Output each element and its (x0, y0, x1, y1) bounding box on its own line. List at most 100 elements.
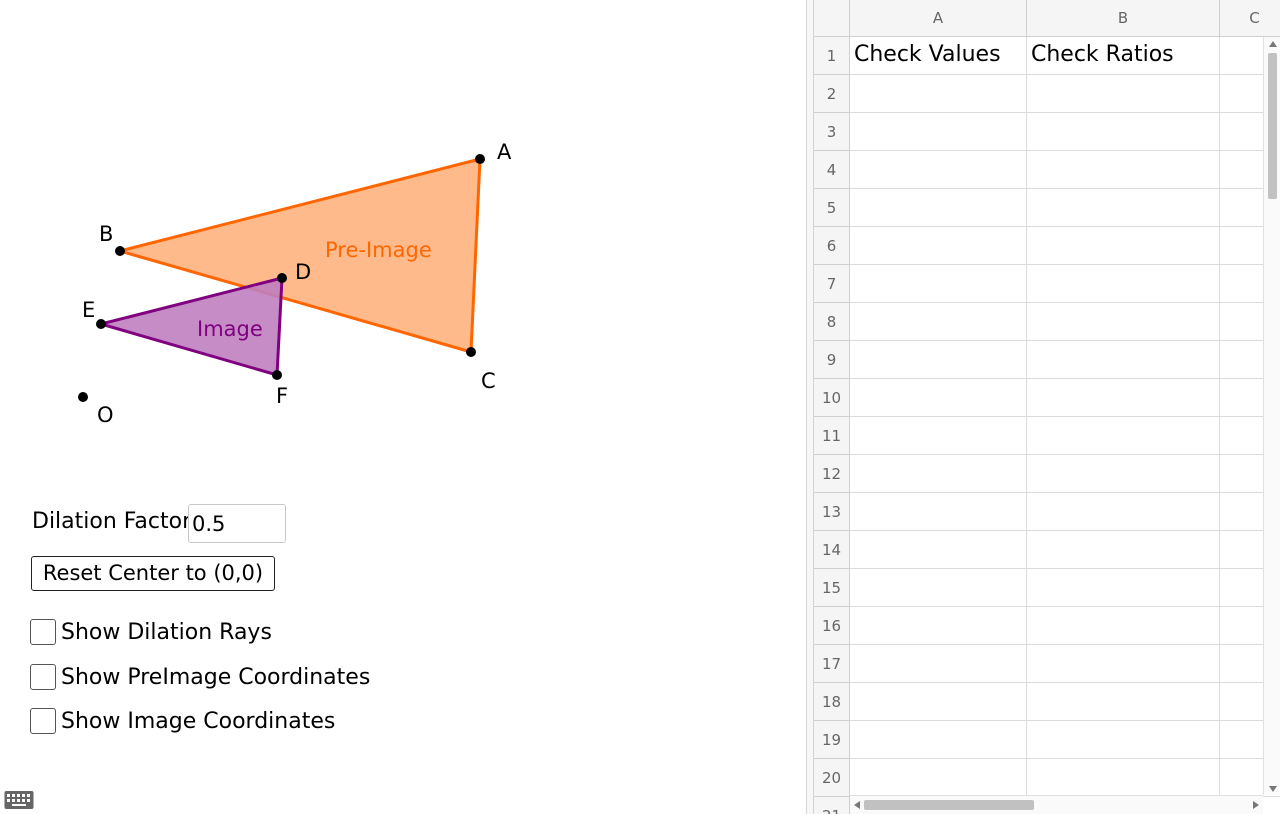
scroll-left-icon[interactable] (854, 801, 860, 809)
cell-B12[interactable] (1027, 455, 1220, 493)
row-header-10[interactable]: 10 (814, 379, 850, 417)
row-header-1[interactable]: 1 (814, 37, 850, 75)
column-header-A[interactable]: A (850, 0, 1027, 37)
point-O[interactable] (78, 392, 88, 402)
spreadsheet-corner[interactable] (814, 0, 850, 37)
cell-A18[interactable] (850, 683, 1027, 721)
cell-B11[interactable] (1027, 417, 1220, 455)
row-header-3[interactable]: 3 (814, 113, 850, 151)
show-preimage-coordinates-checkbox[interactable] (30, 664, 56, 690)
cell-B8[interactable] (1027, 303, 1220, 341)
cell-A6[interactable] (850, 227, 1027, 265)
cell-B9[interactable] (1027, 341, 1220, 379)
scroll-up-icon[interactable] (1269, 41, 1277, 47)
row-header-9[interactable]: 9 (814, 341, 850, 379)
cell-A20[interactable] (850, 759, 1027, 797)
cell-A16[interactable] (850, 607, 1027, 645)
vertical-scrollbar[interactable] (1263, 37, 1280, 795)
row-header-14[interactable]: 14 (814, 531, 850, 569)
cell-A3[interactable] (850, 113, 1027, 151)
row-header-20[interactable]: 20 (814, 759, 850, 797)
cell-B2[interactable] (1027, 75, 1220, 113)
cell-B7[interactable] (1027, 265, 1220, 303)
row-header-17[interactable]: 17 (814, 645, 850, 683)
preimage-label: Pre-Image (325, 238, 432, 262)
point-label-O: O (97, 403, 114, 427)
point-D[interactable] (277, 273, 287, 283)
cell-A8[interactable] (850, 303, 1027, 341)
row-header-15[interactable]: 15 (814, 569, 850, 607)
keyboard-icon[interactable] (4, 790, 34, 810)
show-dilation-rays-label: Show Dilation Rays (61, 619, 272, 645)
cell-A1[interactable]: Check Values (850, 37, 1027, 75)
row-header-5[interactable]: 5 (814, 189, 850, 227)
show-dilation-rays-checkbox-row[interactable]: Show Dilation Rays (30, 618, 272, 646)
cell-B5[interactable] (1027, 189, 1220, 227)
cell-A15[interactable] (850, 569, 1027, 607)
row-header-16[interactable]: 16 (814, 607, 850, 645)
show-image-coordinates-checkbox[interactable] (30, 708, 56, 734)
point-E[interactable] (96, 319, 106, 329)
row-header-6[interactable]: 6 (814, 227, 850, 265)
row-header-12[interactable]: 12 (814, 455, 850, 493)
cell-A2[interactable] (850, 75, 1027, 113)
cell-A17[interactable] (850, 645, 1027, 683)
cell-B6[interactable] (1027, 227, 1220, 265)
pane-splitter[interactable] (806, 0, 814, 814)
point-A[interactable] (475, 154, 485, 164)
show-dilation-rays-checkbox[interactable] (30, 619, 56, 645)
cell-B13[interactable] (1027, 493, 1220, 531)
cell-B14[interactable] (1027, 531, 1220, 569)
cell-B3[interactable] (1027, 113, 1220, 151)
spreadsheet-view[interactable]: A B C 1 Check Values Check Ratios 2 3 4 5 6 7 8 9 10 11… (814, 0, 1280, 814)
cell-A14[interactable] (850, 531, 1027, 569)
cell-A11[interactable] (850, 417, 1027, 455)
show-image-coordinates-checkbox-row[interactable]: Show Image Coordinates (30, 707, 335, 735)
graphics-view[interactable]: Pre-Image Image A B C D E F O Dilation Factor Re… (0, 0, 806, 814)
cell-B19[interactable] (1027, 721, 1220, 759)
dilation-factor-input[interactable] (188, 504, 286, 543)
row-header-19[interactable]: 19 (814, 721, 850, 759)
image-label: Image (197, 317, 263, 341)
cell-B10[interactable] (1027, 379, 1220, 417)
cell-B18[interactable] (1027, 683, 1220, 721)
cell-B15[interactable] (1027, 569, 1220, 607)
row-header-18[interactable]: 18 (814, 683, 850, 721)
cell-A10[interactable] (850, 379, 1027, 417)
cell-A13[interactable] (850, 493, 1027, 531)
horizontal-scroll-thumb[interactable] (864, 800, 1034, 810)
point-F[interactable] (272, 370, 282, 380)
point-B[interactable] (115, 246, 125, 256)
point-label-A: A (497, 140, 512, 164)
cell-A9[interactable] (850, 341, 1027, 379)
column-header-B[interactable]: B (1027, 0, 1220, 37)
scroll-down-icon[interactable] (1269, 786, 1277, 792)
point-C[interactable] (466, 347, 476, 357)
row-header-13[interactable]: 13 (814, 493, 850, 531)
cell-B1[interactable]: Check Ratios (1027, 37, 1220, 75)
row-header-8[interactable]: 8 (814, 303, 850, 341)
row-header-7[interactable]: 7 (814, 265, 850, 303)
vertical-scroll-thumb[interactable] (1268, 53, 1277, 199)
point-label-F: F (276, 384, 288, 408)
point-label-D: D (295, 260, 311, 284)
cell-B16[interactable] (1027, 607, 1220, 645)
reset-center-button[interactable]: Reset Center to (0,0) (31, 556, 275, 591)
cell-B4[interactable] (1027, 151, 1220, 189)
cell-A12[interactable] (850, 455, 1027, 493)
horizontal-scrollbar[interactable] (850, 795, 1263, 814)
cell-B20[interactable] (1027, 759, 1220, 797)
column-header-C[interactable]: C (1220, 0, 1280, 37)
show-preimage-coordinates-checkbox-row[interactable]: Show PreImage Coordinates (30, 663, 370, 691)
cell-B17[interactable] (1027, 645, 1220, 683)
row-header-2[interactable]: 2 (814, 75, 850, 113)
geometry-canvas[interactable]: Pre-Image Image A B C D E F O (0, 0, 806, 814)
cell-A7[interactable] (850, 265, 1027, 303)
row-header-4[interactable]: 4 (814, 151, 850, 189)
cell-A19[interactable] (850, 721, 1027, 759)
cell-A5[interactable] (850, 189, 1027, 227)
row-header-11[interactable]: 11 (814, 417, 850, 455)
cell-A4[interactable] (850, 151, 1027, 189)
scroll-right-icon[interactable] (1253, 801, 1259, 809)
row-header-21[interactable]: 21 (814, 797, 850, 814)
